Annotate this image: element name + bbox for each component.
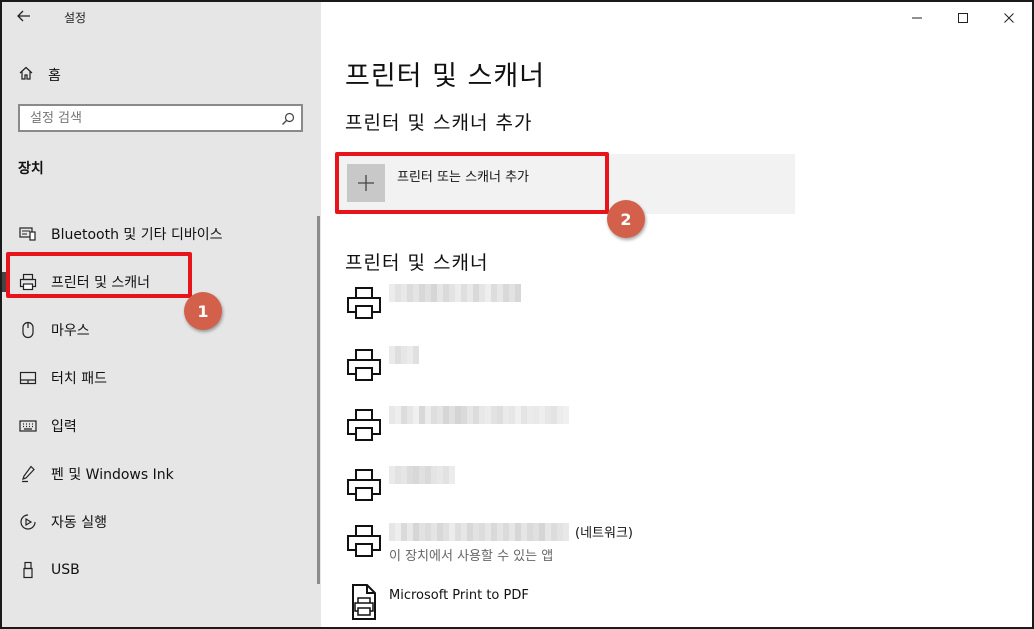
window-controls bbox=[894, 2, 1032, 34]
printer-icon bbox=[345, 406, 385, 446]
sidebar-item-label: 자동 실행 bbox=[51, 515, 107, 531]
blurred-printer-name bbox=[389, 522, 569, 541]
search-box[interactable] bbox=[18, 104, 303, 132]
printer-item[interactable] bbox=[345, 346, 419, 386]
sidebar-item-label: 마우스 bbox=[51, 323, 90, 339]
sidebar-item-pen[interactable]: 펜 및 Windows Ink bbox=[2, 450, 321, 498]
add-section-title: 프린터 및 스캐너 추가 bbox=[345, 112, 533, 134]
callout-highlight-add bbox=[335, 152, 609, 214]
maximize-icon bbox=[957, 9, 969, 28]
sidebar-item-label: USB bbox=[51, 562, 80, 578]
nav-home[interactable]: 홈 bbox=[18, 64, 61, 86]
printer-name: Microsoft Print to PDF bbox=[389, 588, 529, 603]
sidebar-item-usb[interactable]: USB bbox=[2, 546, 321, 594]
sidebar-item-touchpad[interactable]: 터치 패드 bbox=[2, 354, 321, 402]
sidebar-item-label: 입력 bbox=[51, 419, 77, 435]
blurred-printer-name bbox=[389, 406, 569, 424]
sidebar-item-bluetooth[interactable]: Bluetooth 및 기타 디바이스 bbox=[2, 210, 321, 258]
sidebar-item-label: 펜 및 Windows Ink bbox=[51, 467, 174, 483]
close-button[interactable] bbox=[986, 2, 1032, 34]
printer-item-pdf[interactable]: Microsoft Print to PDF bbox=[345, 582, 529, 622]
printer-icon bbox=[345, 346, 385, 386]
printer-item[interactable] bbox=[345, 284, 521, 324]
printer-item[interactable] bbox=[345, 466, 455, 506]
printer-icon bbox=[345, 522, 385, 562]
home-icon bbox=[18, 65, 48, 85]
usb-icon bbox=[18, 560, 38, 580]
app-title: 설정 bbox=[64, 11, 87, 25]
settings-window: 설정 홈 장치 Bluetooth 및 기타 디바이스 bbox=[0, 0, 1034, 629]
section-devices: 장치 bbox=[18, 161, 44, 177]
minimize-icon bbox=[911, 9, 923, 28]
step-badge-2: 2 bbox=[607, 200, 645, 238]
search-input[interactable] bbox=[20, 106, 270, 130]
printer-icon bbox=[345, 466, 385, 506]
back-arrow-icon[interactable] bbox=[16, 8, 38, 28]
main-panel: 프린터 및 스캐너 프린터 및 스캐너 추가 프린터 또는 스캐너 추가 프린터… bbox=[321, 2, 1032, 627]
bluetooth-devices-icon bbox=[18, 224, 38, 244]
search-icon[interactable] bbox=[281, 111, 295, 130]
sidebar-item-autoplay[interactable]: 자동 실행 bbox=[2, 498, 321, 546]
printer-item-network[interactable]: (네트워크) 이 장치에서 사용할 수 있는 앱 bbox=[345, 522, 633, 564]
autoplay-icon bbox=[18, 512, 38, 532]
sidebar-scrollbar[interactable] bbox=[317, 216, 320, 584]
maximize-button[interactable] bbox=[940, 2, 986, 34]
pdf-printer-icon bbox=[345, 582, 385, 622]
printer-item[interactable] bbox=[345, 406, 569, 446]
printer-subtext: 이 장치에서 사용할 수 있는 앱 bbox=[389, 549, 554, 564]
close-icon bbox=[1003, 9, 1015, 28]
sidebar-item-label: 터치 패드 bbox=[51, 371, 107, 387]
mouse-icon bbox=[18, 320, 38, 340]
keyboard-icon bbox=[18, 416, 38, 436]
network-tag: (네트워크) bbox=[575, 526, 633, 541]
sidebar-item-label: Bluetooth 및 기타 디바이스 bbox=[51, 227, 223, 243]
blurred-printer-name bbox=[389, 284, 521, 302]
page-title: 프린터 및 스캐너 bbox=[345, 61, 546, 92]
blurred-printer-name bbox=[389, 346, 419, 364]
printer-icon bbox=[345, 284, 385, 324]
sidebar-item-mouse[interactable]: 마우스 bbox=[2, 306, 321, 354]
sidebar: 설정 홈 장치 Bluetooth 및 기타 디바이스 bbox=[2, 2, 321, 627]
blurred-printer-name bbox=[389, 466, 455, 484]
step-badge-1: 1 bbox=[184, 292, 222, 330]
nav-home-label: 홈 bbox=[48, 68, 61, 84]
pen-icon bbox=[18, 464, 38, 484]
callout-highlight-printers bbox=[6, 252, 192, 298]
touchpad-icon bbox=[18, 368, 38, 388]
sidebar-item-typing[interactable]: 입력 bbox=[2, 402, 321, 450]
printers-section-title: 프린터 및 스캐너 bbox=[345, 252, 489, 274]
minimize-button[interactable] bbox=[894, 2, 940, 34]
